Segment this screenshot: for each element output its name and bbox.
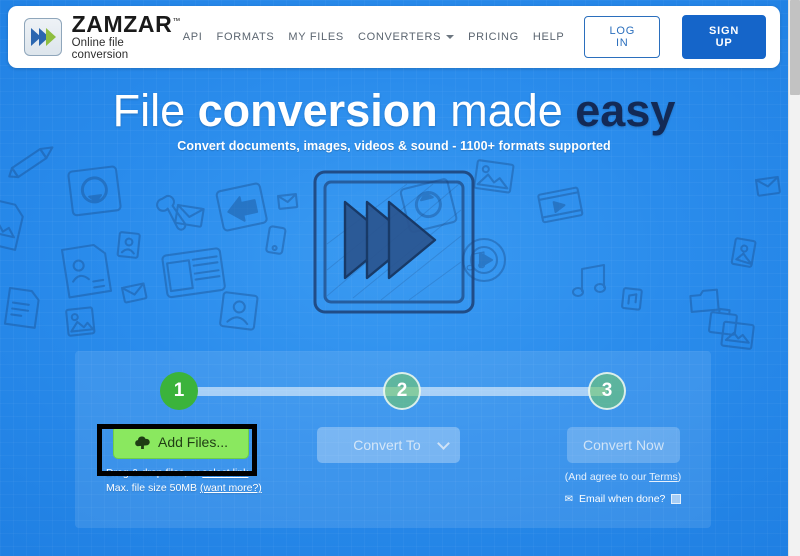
scrollbar-thumb[interactable] [790, 0, 800, 95]
step-circle-3: 3 [588, 372, 626, 410]
signup-button[interactable]: SIGN UP [682, 15, 766, 59]
browser-viewport: ZAMZAR™ Online file conversion API FORMA… [0, 0, 800, 556]
helper-line-2: Max. file size 50MB (want more?) [106, 481, 303, 496]
convert-to-dropdown[interactable]: Convert To [317, 427, 460, 463]
hero-headline: File conversion made easy [0, 88, 788, 133]
nav-item-converters[interactable]: CONVERTERS [357, 31, 455, 43]
page-scrollbar[interactable] [788, 0, 800, 556]
nav-item-api[interactable]: API [183, 31, 203, 43]
chevron-down-icon [446, 35, 455, 39]
add-files-label: Add Files... [157, 434, 229, 450]
nav-item-help[interactable]: HELP [533, 31, 565, 43]
upload-helper-text: Drag & drop files, or select link Max. f… [106, 466, 303, 496]
nav-item-converters-label: CONVERTERS [357, 31, 442, 43]
headline-part-4: easy [575, 85, 676, 136]
terms-prefix: (And agree to our [564, 471, 650, 483]
terms-link[interactable]: Terms [649, 471, 678, 483]
trademark-symbol: ™ [172, 16, 181, 26]
want-more-link[interactable]: (want more?) [200, 482, 262, 494]
terms-suffix: ) [677, 471, 682, 483]
helper-line-1-text: Drag & drop files, or [106, 467, 203, 479]
step-1-column: Add Files... Drag & drop files, or selec… [103, 425, 303, 496]
headline-part-2: conversion [197, 85, 438, 136]
headline-part-1: File [112, 85, 198, 136]
email-when-done-row[interactable]: ✉ Email when done? [543, 493, 703, 505]
step-circle-1: 1 [160, 372, 198, 410]
site-header: ZAMZAR™ Online file conversion API FORMA… [8, 6, 780, 68]
login-button[interactable]: LOG IN [584, 16, 661, 58]
double-chevron-logo-icon [24, 18, 62, 56]
hero-sketch-logo [313, 170, 475, 314]
nav-item-formats[interactable]: FORMATS [217, 31, 275, 43]
brand-tagline: Online file conversion [71, 37, 129, 61]
select-link-link[interactable]: select link [202, 467, 248, 479]
chevron-down-icon [437, 436, 450, 450]
envelope-icon: ✉ [564, 493, 573, 505]
widget-columns: Add Files... Drag & drop files, or selec… [75, 425, 711, 528]
step-circle-2: 2 [383, 372, 421, 410]
brand-logo[interactable]: ZAMZAR™ Online file conversion [24, 13, 183, 61]
nav-item-pricing[interactable]: PRICING [468, 31, 519, 43]
convert-now-button[interactable]: Convert Now [567, 427, 680, 463]
hero-subheadline: Convert documents, images, videos & soun… [177, 139, 611, 153]
add-files-button[interactable]: Add Files... [113, 425, 249, 459]
brand-name: ZAMZAR [71, 11, 173, 37]
convert-to-label: Convert To [353, 437, 421, 453]
nav-item-my-files[interactable]: MY FILES [288, 31, 344, 43]
helper-line-1: Drag & drop files, or select link [106, 466, 303, 481]
step-2-column: Convert To [317, 425, 467, 463]
terms-note: (And agree to our Terms) [543, 471, 703, 483]
email-when-done-checkbox[interactable] [671, 494, 682, 504]
converter-widget: 1 2 3 Add Files... Drag & drop files, or… [75, 351, 711, 528]
email-when-done-label: Email when done? [579, 493, 666, 505]
step-3-column: Convert Now (And agree to our Terms) ✉ E… [529, 425, 719, 505]
headline-part-3: made [437, 85, 576, 136]
step-indicator: 1 2 3 [75, 351, 711, 431]
main-navigation: API FORMATS MY FILES CONVERTERS PRICING … [183, 15, 766, 59]
helper-line-2-text: Max. file size 50MB [106, 482, 200, 495]
cloud-upload-icon [135, 435, 150, 449]
